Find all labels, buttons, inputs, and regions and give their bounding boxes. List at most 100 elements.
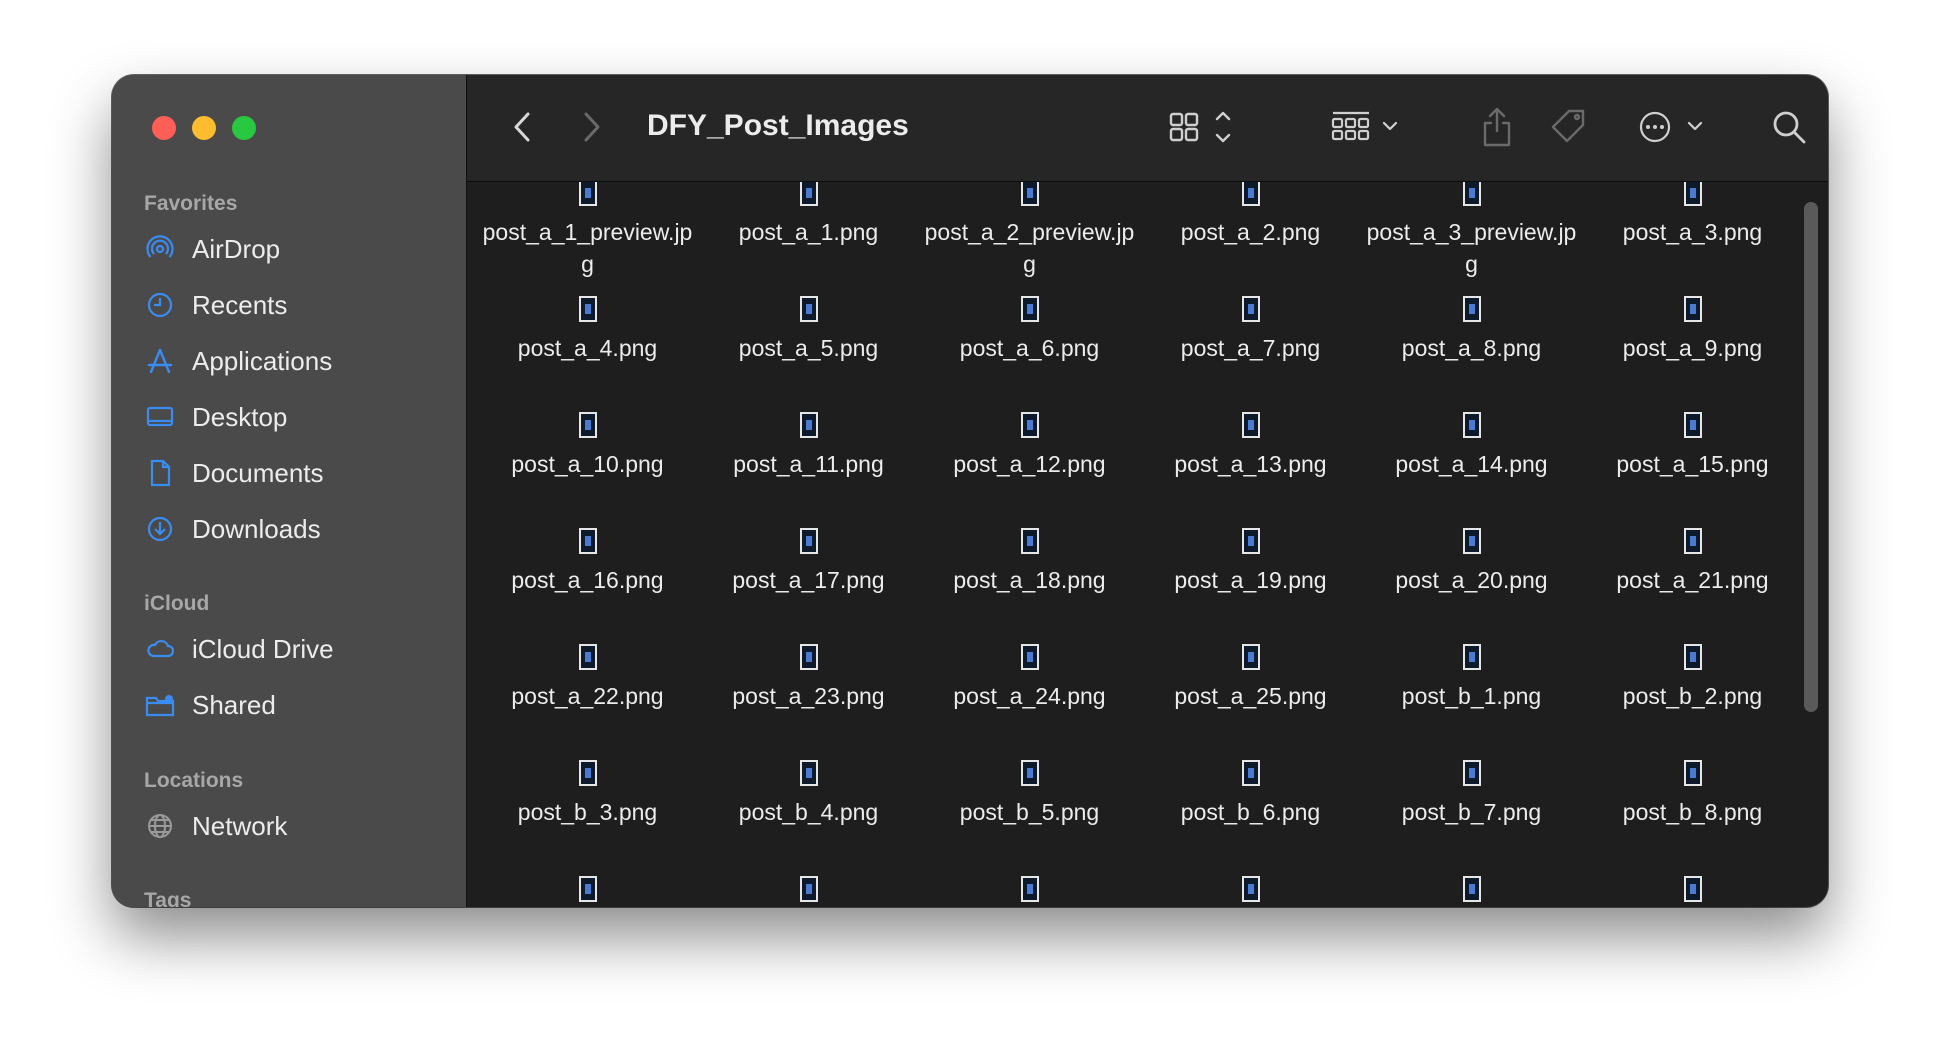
file-name: post_a_12.png: [953, 451, 1106, 477]
file-item[interactable]: post_b_6.png: [1140, 750, 1361, 866]
file-item[interactable]: post_a_21.png: [1582, 518, 1803, 634]
more-actions-button[interactable]: [1637, 105, 1709, 149]
file-item[interactable]: post_b_1.png: [1361, 634, 1582, 750]
image-file-icon: [799, 296, 818, 322]
image-file-icon: [578, 412, 597, 438]
image-file-icon: [1241, 296, 1260, 322]
file-item[interactable]: post_b_5.png: [919, 750, 1140, 866]
file-item[interactable]: post_a_24.png: [919, 634, 1140, 750]
minimize-window-button[interactable]: [192, 116, 216, 140]
sidebar-item-applications[interactable]: Applications: [144, 339, 444, 383]
file-item[interactable]: [1361, 866, 1582, 907]
image-file-icon: [1020, 182, 1039, 206]
sidebar-item-airdrop[interactable]: AirDrop: [144, 227, 444, 271]
sidebar-item-documents[interactable]: Documents: [144, 451, 444, 495]
file-item[interactable]: post_a_13.png: [1140, 402, 1361, 518]
file-item[interactable]: post_a_10.png: [477, 402, 698, 518]
file-item[interactable]: post_a_19.png: [1140, 518, 1361, 634]
search-icon: [1773, 111, 1806, 144]
file-item[interactable]: post_a_3_preview.jpg: [1361, 182, 1582, 286]
file-item[interactable]: post_a_22.png: [477, 634, 698, 750]
file-item[interactable]: post_b_2.png: [1582, 634, 1803, 750]
image-file-icon: [1020, 412, 1039, 438]
image-file-icon: [799, 182, 818, 206]
file-item[interactable]: post_a_11.png: [698, 402, 919, 518]
sidebar-item-label: Applications: [192, 345, 333, 376]
close-window-button[interactable]: [152, 116, 176, 140]
file-item[interactable]: [477, 866, 698, 907]
file-name: post_a_4.png: [517, 335, 658, 361]
file-name: post_a_1_preview.jpg: [482, 219, 693, 277]
sidebar-item-icloud-drive[interactable]: iCloud Drive: [144, 627, 444, 671]
file-item[interactable]: post_a_15.png: [1582, 402, 1803, 518]
file-item[interactable]: post_a_6.png: [919, 286, 1140, 402]
file-name: post_b_3.png: [517, 799, 658, 825]
vertical-scrollbar[interactable]: [1804, 202, 1818, 712]
file-item[interactable]: post_b_3.png: [477, 750, 698, 866]
file-item[interactable]: [1140, 866, 1361, 907]
file-item[interactable]: post_a_2.png: [1140, 182, 1361, 286]
file-item[interactable]: post_a_17.png: [698, 518, 919, 634]
image-file-icon: [1020, 296, 1039, 322]
file-item[interactable]: [698, 866, 919, 907]
file-item[interactable]: post_a_5.png: [698, 286, 919, 402]
file-name: post_a_2_preview.jpg: [924, 219, 1135, 277]
tag-button[interactable]: [1547, 103, 1591, 151]
file-item[interactable]: [919, 866, 1140, 907]
toolbar: DFY_Post_Images: [467, 75, 1828, 182]
image-file-icon: [1020, 644, 1039, 670]
file-grid-area: post_a_1_preview.jpg post_a_1.png post_a_2…: [467, 182, 1828, 907]
file-item[interactable]: post_a_20.png: [1361, 518, 1582, 634]
search-button[interactable]: [1767, 105, 1811, 149]
file-name: post_a_8.png: [1401, 335, 1542, 361]
forward-button[interactable]: [577, 107, 607, 147]
file-item[interactable]: post_a_4.png: [477, 286, 698, 402]
file-name: post_a_3_preview.jpg: [1366, 219, 1577, 277]
maximize-window-button[interactable]: [232, 116, 256, 140]
file-item[interactable]: post_a_3.png: [1582, 182, 1803, 286]
image-file-icon: [1462, 760, 1481, 786]
file-item[interactable]: post_a_1.png: [698, 182, 919, 286]
file-item[interactable]: post_b_8.png: [1582, 750, 1803, 866]
back-button[interactable]: [507, 107, 537, 147]
file-name: post_a_22.png: [511, 683, 664, 709]
file-item[interactable]: [1582, 866, 1803, 907]
file-item[interactable]: post_a_2_preview.jpg: [919, 182, 1140, 286]
file-name: post_a_1.png: [738, 219, 879, 245]
file-item[interactable]: post_a_18.png: [919, 518, 1140, 634]
sidebar-item-network[interactable]: Network: [144, 804, 444, 848]
file-name: post_a_10.png: [511, 451, 664, 477]
image-file-icon: [1241, 644, 1260, 670]
file-name: post_b_2.png: [1622, 683, 1763, 709]
file-item[interactable]: post_a_12.png: [919, 402, 1140, 518]
share-button[interactable]: [1477, 103, 1517, 151]
image-file-icon: [799, 528, 818, 554]
sidebar-item-label: Downloads: [192, 513, 321, 544]
file-name: post_a_11.png: [733, 451, 884, 477]
sidebar-item-recents[interactable]: Recents: [144, 283, 444, 327]
file-item[interactable]: post_a_25.png: [1140, 634, 1361, 750]
group-button[interactable]: [1329, 105, 1409, 149]
image-file-icon: [1683, 182, 1702, 206]
file-name: post_b_4.png: [738, 799, 879, 825]
file-item[interactable]: post_a_14.png: [1361, 402, 1582, 518]
sidebar-item-shared[interactable]: Shared: [144, 683, 444, 727]
back-icon: [514, 112, 530, 142]
file-name: post_a_19.png: [1174, 567, 1327, 593]
file-item[interactable]: post_b_7.png: [1361, 750, 1582, 866]
finder-window: Favorites AirDrop Recents Applications D…: [112, 75, 1828, 907]
file-item[interactable]: post_a_9.png: [1582, 286, 1803, 402]
file-item[interactable]: post_a_7.png: [1140, 286, 1361, 402]
image-file-icon: [578, 296, 597, 322]
view-mode-button[interactable]: [1167, 105, 1237, 149]
file-item[interactable]: post_a_8.png: [1361, 286, 1582, 402]
file-name: post_a_20.png: [1395, 567, 1548, 593]
file-item[interactable]: post_a_1_preview.jpg: [477, 182, 698, 286]
image-file-icon: [1462, 182, 1481, 206]
image-file-icon: [1462, 296, 1481, 322]
file-item[interactable]: post_a_23.png: [698, 634, 919, 750]
file-item[interactable]: post_a_16.png: [477, 518, 698, 634]
sidebar-item-desktop[interactable]: Desktop: [144, 395, 444, 439]
file-item[interactable]: post_b_4.png: [698, 750, 919, 866]
sidebar-item-downloads[interactable]: Downloads: [144, 507, 444, 551]
